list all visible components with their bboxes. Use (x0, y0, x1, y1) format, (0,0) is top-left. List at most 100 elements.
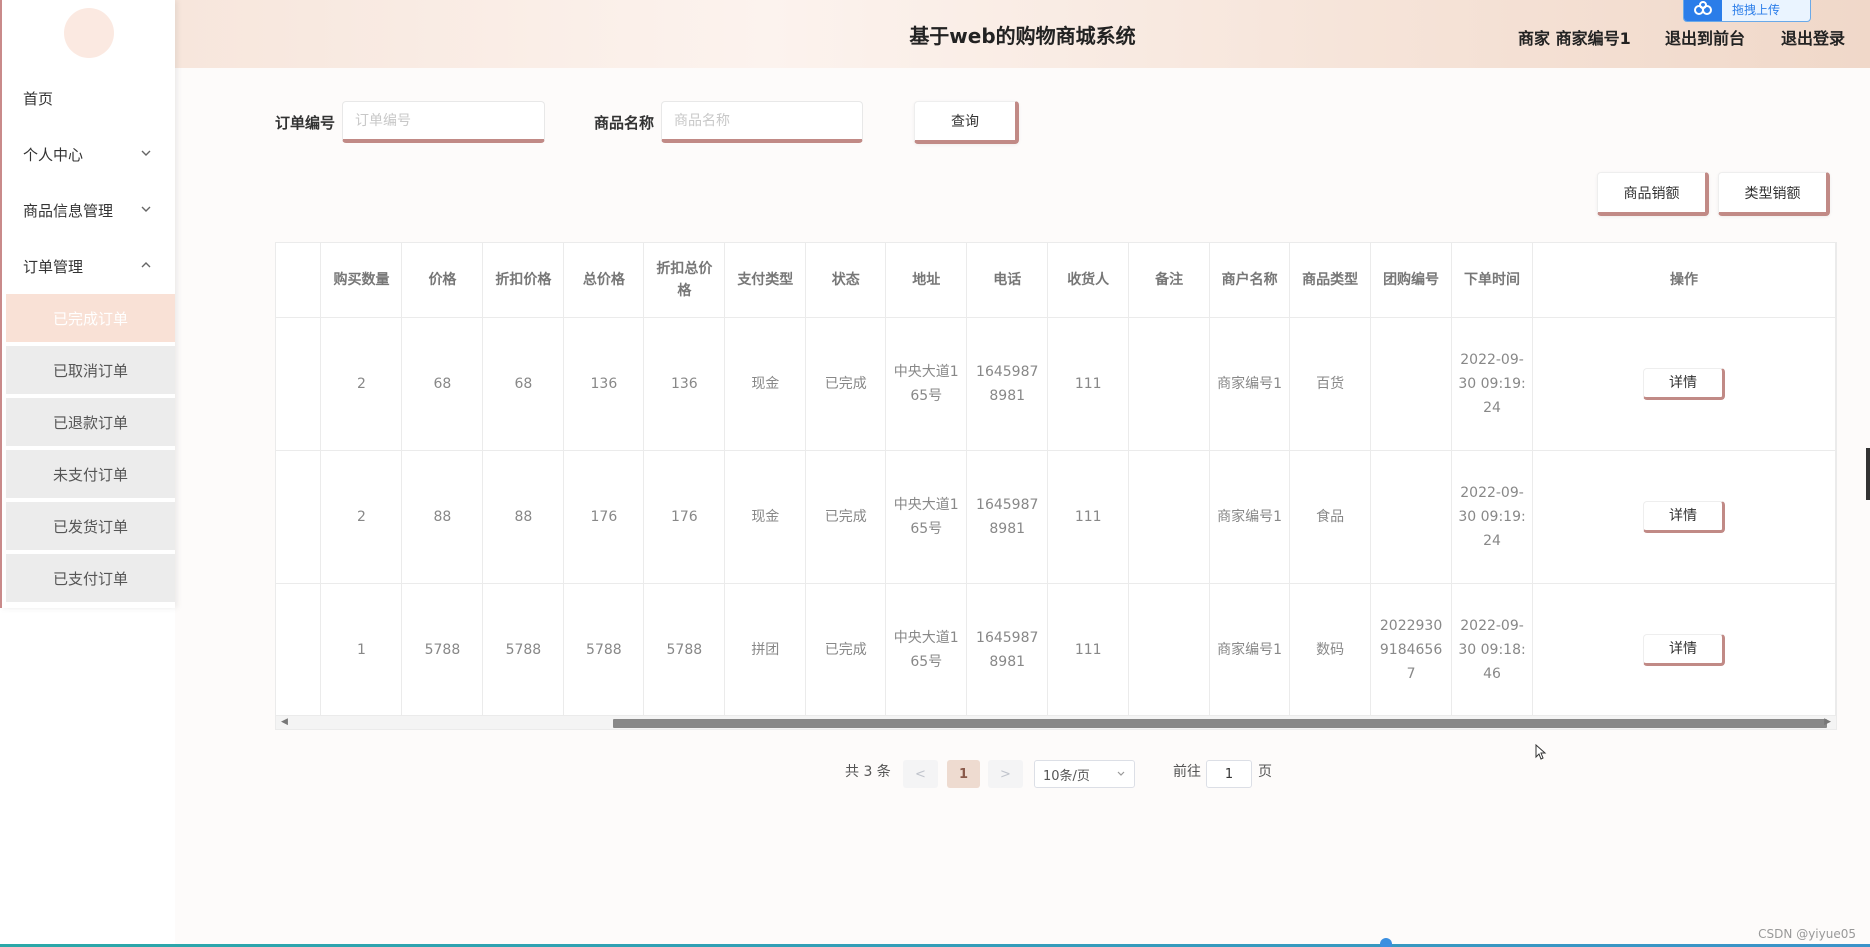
table-cell-address: 中央大道165号 (885, 583, 968, 717)
table-header: 团购编号 (1370, 243, 1453, 318)
table-cell-actions: 详情 (1532, 450, 1836, 584)
table-cell-disc-price: 5788 (482, 583, 565, 717)
table-cell-disc-total: 176 (643, 450, 726, 584)
table-cell-pay-type: 现金 (724, 450, 807, 584)
table-header: 状态 (805, 243, 887, 318)
table-cell-phone: 16459878981 (966, 583, 1049, 717)
app-root: 基于web的购物商城系统 商家 商家编号1 退出到前台 退出登录 拖拽上传 首页… (0, 0, 1870, 947)
table-header: 电话 (966, 243, 1049, 318)
scrollbar-thumb[interactable] (613, 719, 1827, 728)
table-header: 总价格 (563, 243, 645, 318)
horizontal-scrollbar[interactable]: ◀ ▶ (276, 715, 1836, 729)
table-cell-pay-type: 拼团 (724, 583, 807, 717)
chevron-down-icon (1117, 771, 1125, 776)
table-cell-receiver: 111 (1047, 583, 1130, 717)
sidebar-item-personal-center[interactable]: 个人中心 (2, 126, 175, 182)
sidebar-item-goods-management[interactable]: 商品信息管理 (2, 182, 175, 238)
table-header: 购买数量 (320, 243, 403, 318)
table-header-selection (276, 243, 322, 318)
pagination-next-button[interactable]: > (988, 760, 1023, 788)
type-sales-button[interactable]: 类型销额 (1718, 172, 1830, 216)
table-header: 备注 (1128, 243, 1211, 318)
sidebar-background (0, 608, 175, 947)
pagination-goto-suffix: 页 (1258, 764, 1272, 780)
table-cell-disc-total: 136 (643, 317, 726, 451)
table-cell-phone: 16459878981 (966, 450, 1049, 584)
detail-button[interactable]: 详情 (1643, 367, 1725, 400)
table-cell-status: 已完成 (805, 317, 887, 451)
table-header: 操作 (1532, 243, 1836, 318)
page-size-value: 10条/页 (1043, 768, 1090, 784)
sidebar-item-label: 个人中心 (23, 145, 84, 164)
table-cell-receiver: 111 (1047, 317, 1130, 451)
goods-name-label: 商品名称 (594, 114, 655, 132)
sidebar-item-label: 商品信息管理 (23, 201, 114, 220)
table-cell-disc-price: 88 (482, 450, 565, 584)
pagination-page-button[interactable]: 1 (947, 760, 980, 788)
table-row: 1 5788 5788 5788 5788 拼团 已完成 中央大道165号 16… (276, 583, 1836, 717)
table-header: 价格 (401, 243, 484, 318)
scroll-right-icon[interactable]: ▶ (1824, 717, 1831, 727)
pagination-goto-input[interactable] (1206, 760, 1252, 788)
user-label: 商家 商家编号1 (1518, 29, 1631, 48)
table-cell-price: 5788 (401, 583, 484, 717)
pagination-goto-prefix: 前往 (1173, 764, 1201, 780)
sidebar-item-shipped-orders[interactable]: 已发货订单 (6, 502, 175, 552)
table-cell-order-time: 2022-09-30 09:19:24 (1451, 317, 1534, 451)
sidebar-sub-label: 已发货订单 (52, 517, 128, 536)
goods-name-input[interactable] (661, 101, 863, 143)
orders-table: 购买数量 价格 折扣价格 总价格 折扣总价格 支付类型 状态 地址 电话 收货人… (275, 242, 1837, 730)
sidebar-item-completed-orders[interactable]: 已完成订单 (6, 294, 175, 344)
order-no-label: 订单编号 (275, 114, 336, 132)
table-cell-address: 中央大道165号 (885, 317, 968, 451)
avatar (64, 8, 114, 58)
table-cell-qty: 2 (320, 450, 403, 584)
detail-button[interactable]: 详情 (1643, 500, 1725, 533)
table-cell-status: 已完成 (805, 583, 887, 717)
table-header: 下单时间 (1451, 243, 1534, 318)
table-row: 2 68 68 136 136 现金 已完成 中央大道165号 16459878… (276, 317, 1836, 451)
cloud-upload-icon (1684, 0, 1722, 21)
drag-upload-widget[interactable]: 拖拽上传 (1683, 0, 1811, 22)
sidebar-item-home[interactable]: 首页 (2, 70, 175, 126)
table-cell-total: 176 (563, 450, 645, 584)
back-to-front-link[interactable]: 退出到前台 (1665, 25, 1745, 49)
table-cell-selection (276, 583, 322, 717)
top-header: 基于web的购物商城系统 商家 商家编号1 退出到前台 退出登录 (175, 0, 1870, 68)
table-cell-qty: 2 (320, 317, 403, 451)
query-button[interactable]: 查询 (914, 101, 1019, 144)
table-cell-pay-type: 现金 (724, 317, 807, 451)
sidebar-item-paid-orders[interactable]: 已支付订单 (6, 554, 175, 604)
table-row: 2 88 88 176 176 现金 已完成 中央大道165号 16459878… (276, 450, 1836, 584)
sidebar-item-refunded-orders[interactable]: 已退款订单 (6, 398, 175, 448)
logout-link[interactable]: 退出登录 (1781, 25, 1845, 49)
table-cell-selection (276, 317, 322, 451)
table-header: 折扣价格 (482, 243, 565, 318)
table-cell-disc-total: 5788 (643, 583, 726, 717)
table-header: 折扣总价格 (643, 243, 726, 318)
edge-tab (1866, 448, 1870, 500)
table-cell-status: 已完成 (805, 450, 887, 584)
chevron-down-icon (141, 150, 151, 156)
scroll-left-icon[interactable]: ◀ (281, 717, 288, 727)
bottom-progress-handle[interactable] (1380, 938, 1392, 947)
table-cell-phone: 16459878981 (966, 317, 1049, 451)
detail-button[interactable]: 详情 (1643, 633, 1725, 666)
order-no-input[interactable] (342, 101, 545, 143)
table-cell-total: 5788 (563, 583, 645, 717)
page-size-select[interactable]: 10条/页 (1034, 760, 1135, 788)
table-cell-order-time: 2022-09-30 09:18:46 (1451, 583, 1534, 717)
goods-sales-button[interactable]: 商品销额 (1597, 172, 1709, 216)
sidebar-item-unpaid-orders[interactable]: 未支付订单 (6, 450, 175, 500)
table-cell-group-no (1370, 317, 1453, 451)
table-cell-address: 中央大道165号 (885, 450, 968, 584)
table-cell-goods-type: 百货 (1289, 317, 1372, 451)
upload-label: 拖拽上传 (1732, 2, 1781, 17)
sidebar-sub-label: 已退款订单 (52, 413, 128, 432)
sidebar-item-order-management[interactable]: 订单管理 (2, 238, 175, 294)
sidebar-item-label: 订单管理 (23, 257, 84, 276)
table-cell-order-time: 2022-09-30 09:19:24 (1451, 450, 1534, 584)
sidebar-item-cancelled-orders[interactable]: 已取消订单 (6, 346, 175, 396)
table-cell-actions: 详情 (1532, 583, 1836, 717)
pagination-prev-button[interactable]: < (903, 760, 938, 788)
